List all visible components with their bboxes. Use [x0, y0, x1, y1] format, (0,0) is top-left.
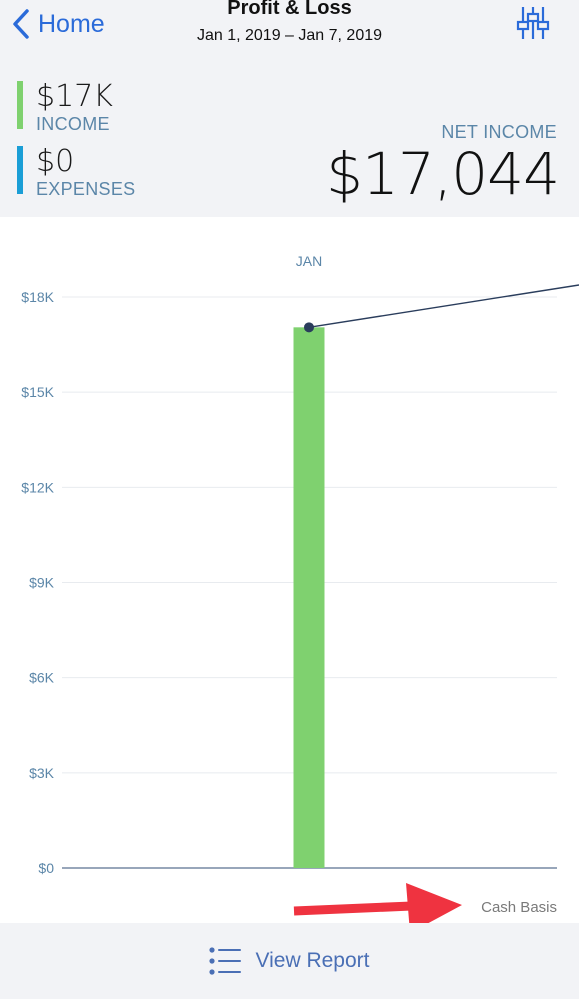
view-report-button[interactable]: View Report [0, 923, 579, 999]
y-tick-label: $9K [29, 575, 55, 591]
list-icon [209, 947, 242, 975]
y-tick-label: $0 [38, 860, 54, 876]
filter-settings-icon[interactable] [514, 5, 552, 41]
view-report-label: View Report [255, 949, 370, 972]
expenses-label: EXPENSES [36, 179, 136, 199]
y-tick-label: $15K [21, 384, 54, 400]
chart-area: $18K $15K $12K $9K $6K $3K $0 JAN Cash Basis [0, 217, 579, 923]
income-label: INCOME [36, 114, 110, 134]
y-tick-label: $12K [21, 479, 54, 495]
expenses-amount: $0 [36, 144, 75, 179]
header: Home Profit & Loss Jan 1, 2019 – Jan 7, … [0, 0, 579, 217]
y-tick-label: $6K [29, 670, 55, 686]
date-range: Jan 1, 2019 – Jan 7, 2019 [196, 27, 383, 44]
expenses-summary: $0 EXPENSES [17, 146, 135, 200]
page-title: Profit & Loss [227, 0, 352, 19]
y-tick-label: $18K [21, 289, 54, 305]
income-amount: $17K [36, 79, 113, 114]
y-tick-label: $3K [29, 765, 55, 781]
x-category-label: JAN [296, 253, 322, 269]
basis-label: Cash Basis [481, 899, 557, 916]
annotation-arrow-shaft [293, 901, 413, 916]
net-income-value: $17,044 [326, 140, 560, 208]
income-color-bar [17, 81, 23, 129]
net-income-line [308, 284, 579, 329]
net-income-point [304, 322, 314, 333]
income-summary: $17K INCOME [17, 81, 113, 135]
profit-loss-chart: $18K $15K $12K $9K $6K $3K $0 JAN [21, 253, 579, 923]
income-bar [293, 327, 325, 869]
expenses-color-bar [17, 146, 23, 194]
annotation-arrow-head [406, 883, 462, 923]
